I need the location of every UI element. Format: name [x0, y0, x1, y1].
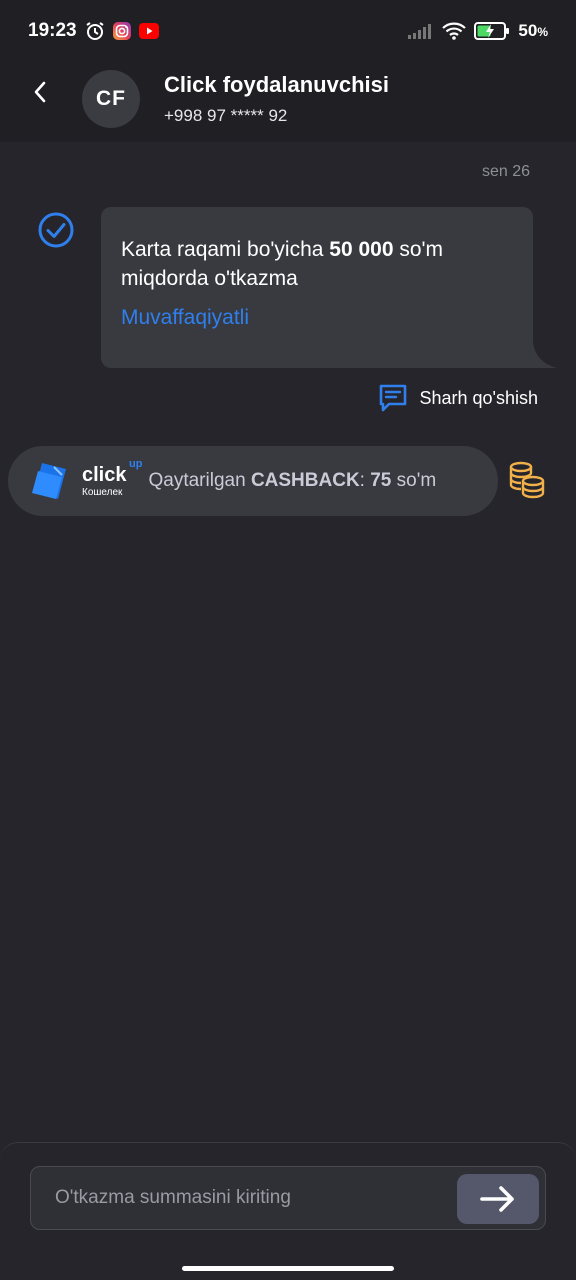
cashback-text: Qaytarilgan CASHBACK: 75 so'm	[148, 470, 437, 491]
send-button[interactable]	[457, 1174, 539, 1224]
arrow-right-icon	[480, 1186, 514, 1212]
message-status: Muvaffaqiyatli	[121, 306, 250, 329]
amount-input-container	[30, 1166, 546, 1230]
message-bubble[interactable]: Karta raqami bo'yicha 50 000 so'm miqdor…	[101, 207, 533, 368]
battery-icon	[474, 22, 510, 40]
contact-phone: +998 97 ***** 92	[164, 106, 288, 125]
cashback-amount: 75	[370, 470, 392, 491]
battery-level: 50%	[518, 21, 548, 40]
back-button[interactable]	[22, 74, 58, 110]
bubble-tail	[527, 342, 557, 373]
contact-name: Click foydalanuvchisi	[164, 72, 389, 97]
comment-icon	[380, 384, 407, 412]
check-circle-icon	[37, 211, 75, 254]
add-comment-label: Sharh qo'shish	[419, 387, 538, 408]
status-bar: 19:23 50%	[0, 0, 576, 62]
home-indicator[interactable]	[182, 1266, 394, 1271]
avatar[interactable]: CF	[82, 70, 140, 128]
message-amount: 50 000	[329, 238, 394, 261]
status-time: 19:23	[28, 20, 77, 41]
wifi-icon	[442, 22, 467, 40]
chat-header: CF Click foydalanuvchisi +998 97 ***** 9…	[0, 62, 576, 142]
message-text: Karta raqami bo'yicha 50 000 so'm miqdor…	[121, 238, 444, 290]
alarm-icon	[85, 21, 105, 41]
click-up-logo: click up Кошелек	[28, 458, 142, 503]
add-comment-button[interactable]: Sharh qo'shish	[377, 382, 538, 414]
amount-input[interactable]	[55, 1167, 455, 1229]
signal-icon	[408, 23, 434, 39]
message-date: sen 26	[481, 163, 530, 180]
youtube-icon	[138, 22, 159, 40]
chevron-left-icon	[34, 81, 46, 103]
instagram-icon	[112, 22, 131, 40]
click-wallet-icon	[32, 463, 66, 499]
cashback-banner[interactable]: click up Кошелек Qaytarilgan CASHBACK: 75…	[8, 446, 498, 516]
coins-icon	[506, 459, 548, 506]
